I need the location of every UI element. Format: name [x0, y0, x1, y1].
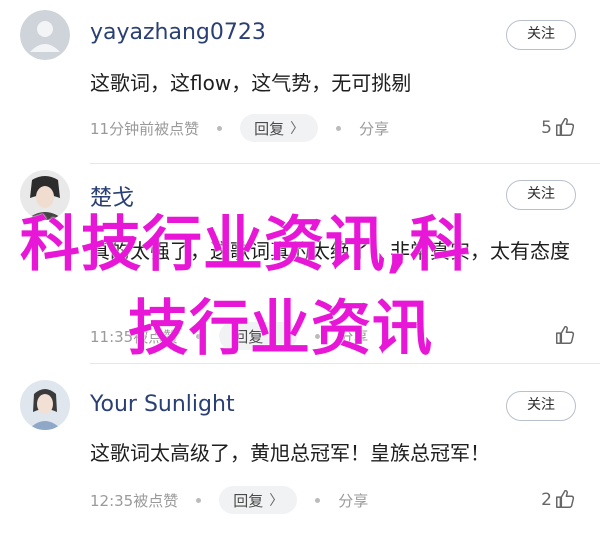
- reply-label: 回复: [233, 491, 264, 510]
- user-photo-avatar[interactable]: [20, 380, 70, 430]
- comment-text: 真的太强了，这歌词真的太绝了，非常真实，太有态度: [90, 239, 570, 263]
- comment-item: Your Sunlight 关注 这歌词太高级了，黄旭总冠军！皇族总冠军！ 12…: [0, 364, 600, 534]
- comment-list: yayazhang0723 关注 这歌词，这flow，这气势，无可挑剔 11分钟…: [0, 0, 600, 534]
- separator-dot: [315, 333, 321, 339]
- thumbs-up-icon: [556, 325, 575, 344]
- user-photo-avatar[interactable]: [20, 170, 70, 220]
- comment-text: 这歌词太高级了，黄旭总冠军！皇族总冠军！: [90, 441, 490, 465]
- separator-dot: [217, 125, 223, 131]
- chevron-right-icon: 〉: [290, 121, 305, 137]
- separator-dot: [196, 333, 202, 339]
- like-count: 5: [541, 118, 552, 138]
- comment-meta: 12:35被点赞 回复 〉 分享: [90, 486, 368, 514]
- username[interactable]: Your Sunlight: [90, 392, 235, 417]
- like-button[interactable]: [552, 324, 576, 346]
- separator-dot: [196, 497, 202, 503]
- like-button[interactable]: 2: [541, 488, 576, 510]
- chevron-right-icon: 〉: [269, 329, 284, 345]
- follow-button[interactable]: 关注: [506, 180, 576, 210]
- reply-button[interactable]: 回复 〉: [240, 114, 319, 142]
- share-button[interactable]: 分享: [338, 326, 368, 347]
- comment-item: 楚戈 关注 真的太强了，这歌词真的太绝了，非常真实，太有态度 11:35被点赞 …: [0, 164, 600, 364]
- separator-dot: [336, 125, 342, 131]
- username[interactable]: yayazhang0723: [90, 20, 266, 45]
- like-button[interactable]: 5: [541, 116, 576, 138]
- comment-item: yayazhang0723 关注 这歌词，这flow，这气势，无可挑剔 11分钟…: [0, 0, 600, 164]
- reply-label: 回复: [233, 327, 264, 346]
- default-avatar-icon[interactable]: [20, 10, 70, 60]
- follow-button[interactable]: 关注: [506, 391, 576, 421]
- chevron-right-icon: 〉: [269, 493, 284, 509]
- reply-button[interactable]: 回复 〉: [219, 486, 298, 514]
- comment-text: 这歌词，这flow，这气势，无可挑剔: [90, 71, 412, 95]
- comment-time: 12:35被点赞: [90, 491, 179, 510]
- follow-button[interactable]: 关注: [506, 20, 576, 50]
- reply-label: 回复: [254, 119, 285, 138]
- comment-time: 11分钟前被点赞: [90, 119, 200, 138]
- thumbs-up-icon: [556, 117, 575, 136]
- share-button[interactable]: 分享: [359, 118, 389, 139]
- comment-meta: 11分钟前被点赞 回复 〉 分享: [90, 114, 389, 142]
- thumbs-up-icon: [556, 489, 575, 508]
- comment-meta: 11:35被点赞 回复 〉 分享: [90, 322, 368, 350]
- like-count: 2: [541, 490, 552, 510]
- username[interactable]: 楚戈: [90, 180, 134, 212]
- share-button[interactable]: 分享: [338, 490, 368, 511]
- reply-button[interactable]: 回复 〉: [219, 322, 298, 350]
- separator-dot: [315, 497, 321, 503]
- comment-time: 11:35被点赞: [90, 327, 179, 346]
